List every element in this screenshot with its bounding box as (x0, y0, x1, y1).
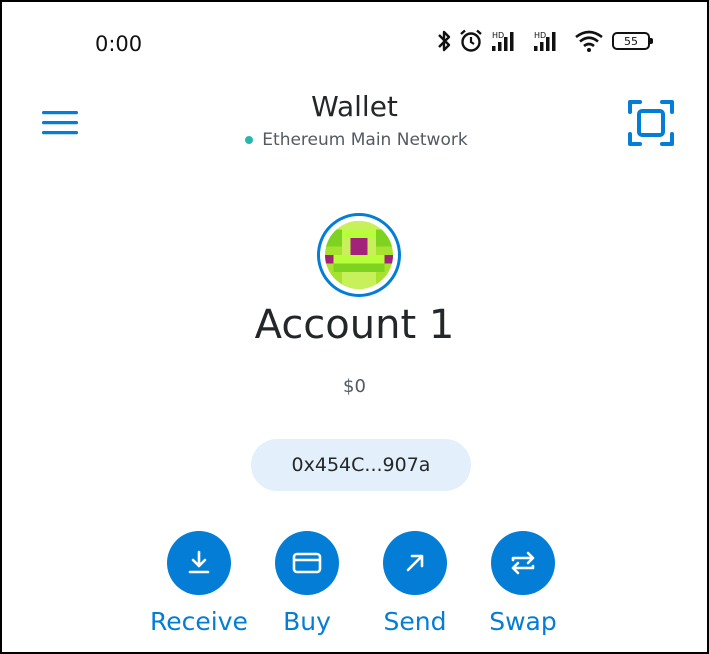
network-status-dot (245, 136, 254, 144)
page-title: Wallet (311, 90, 398, 123)
network-name: Ethereum Main Network (262, 130, 468, 150)
account-name[interactable]: Account 1 (2, 302, 707, 348)
svg-text:HD: HD (534, 31, 546, 40)
receive-download-icon (167, 531, 231, 595)
send-arrow-icon (383, 531, 447, 595)
wallet-screen: 0:00 HD HD 55 Wallet Ethereum Main Netwo… (0, 0, 709, 654)
swap-label: Swap (489, 607, 557, 636)
receive-button[interactable]: Receive (144, 531, 254, 636)
account-address: 0x454C...907a (291, 454, 431, 476)
wifi-icon (574, 29, 604, 53)
battery-level: 55 (624, 34, 638, 48)
account-avatar[interactable] (317, 213, 401, 297)
identicon (325, 221, 393, 289)
status-icons: HD HD 55 (436, 28, 653, 54)
hd-signal-icon: HD (532, 29, 568, 53)
send-label: Send (383, 607, 447, 636)
battery-icon: 55 (612, 32, 653, 50)
alarm-icon (458, 28, 484, 54)
account-balance: $0 (343, 376, 366, 397)
network-indicator[interactable]: Ethereum Main Network (2, 130, 707, 150)
account-address-button[interactable]: 0x454C...907a (251, 439, 471, 491)
status-bar: 0:00 HD HD 55 (2, 2, 707, 82)
svg-text:HD: HD (492, 31, 504, 40)
status-time: 0:00 (95, 32, 143, 56)
swap-button[interactable]: Swap (468, 531, 578, 636)
hd-signal-icon: HD (490, 29, 526, 53)
swap-icon (491, 531, 555, 595)
send-button[interactable]: Send (360, 531, 470, 636)
buy-label: Buy (283, 607, 331, 636)
card-icon (275, 531, 339, 595)
receive-label: Receive (150, 607, 248, 636)
buy-button[interactable]: Buy (252, 531, 362, 636)
scan-qr-icon[interactable] (626, 98, 676, 148)
bluetooth-icon (436, 29, 452, 53)
